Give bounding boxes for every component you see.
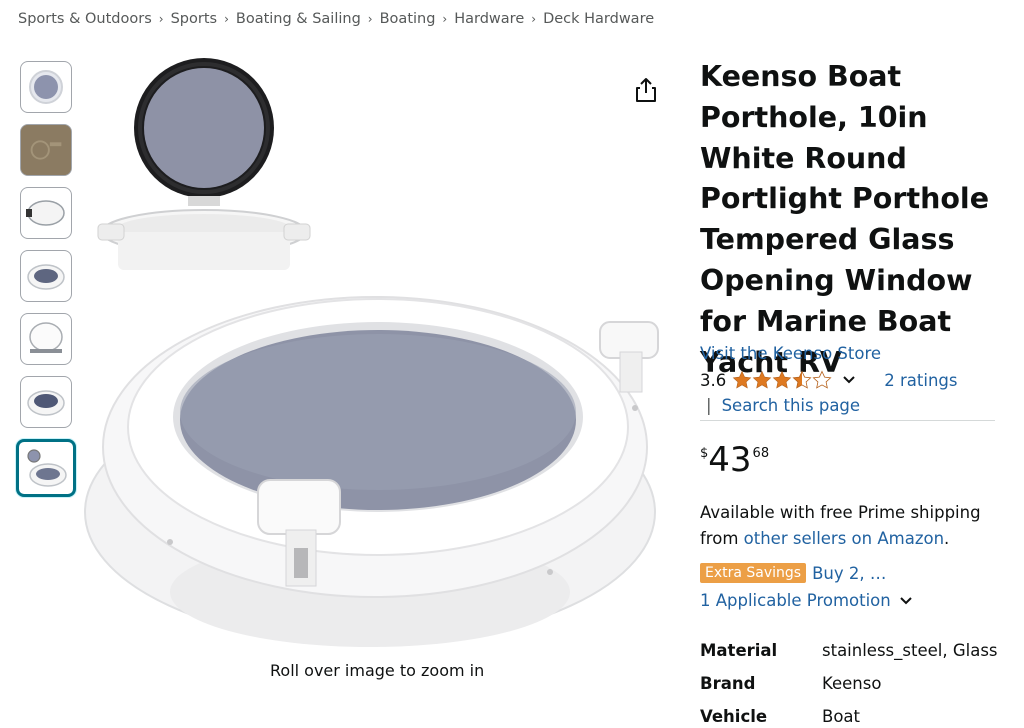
porthole-thumbnail-image (27, 264, 65, 290)
share-icon[interactable] (631, 75, 661, 105)
porthole-thumbnail-image (29, 70, 63, 104)
ratings-count-link[interactable]: 2 ratings (884, 371, 957, 390)
price: $ 43 68 (700, 440, 769, 480)
porthole-thumbnail-image (26, 200, 65, 226)
rating-value: 3.6 (700, 370, 727, 390)
breadcrumb-item[interactable]: Sports (171, 11, 217, 27)
spec-value: stainless_steel, Glass (822, 641, 998, 660)
spec-row: Material stainless_steel, Glass (700, 634, 998, 667)
spec-row: Vehicle Boat (700, 700, 998, 728)
extra-savings-badge: Extra Savings (700, 563, 807, 583)
breadcrumb-separator: › (158, 12, 164, 26)
spec-key: Vehicle (700, 707, 768, 726)
star-empty-icon (812, 370, 832, 389)
porthole-thumbnail-image (27, 390, 65, 416)
thumbnail[interactable] (20, 376, 72, 428)
applicable-promotion-label: 1 Applicable Promotion (700, 591, 891, 610)
separator: | (706, 396, 712, 415)
product-main-image[interactable] (80, 52, 680, 652)
breadcrumb-item[interactable]: Hardware (454, 11, 524, 27)
breadcrumb-separator: › (224, 12, 229, 26)
porthole-large-illustration (84, 296, 659, 647)
breadcrumb-item[interactable]: Sports & Outdoors (18, 11, 152, 27)
spec-row: Brand Keenso (700, 667, 998, 700)
star-icon (772, 370, 792, 389)
spec-value: Keenso (822, 674, 882, 693)
product-title: Keenso Boat Porthole, 10in White Round P… (700, 60, 990, 379)
thumbnail[interactable] (20, 250, 72, 302)
availability-text: Available with free Prime shipping from … (700, 500, 1000, 552)
divider (700, 420, 995, 421)
price-whole: 43 (708, 440, 752, 480)
store-link[interactable]: Visit the Keenso Store (700, 344, 881, 363)
zoom-hint: Roll over image to zoom in (270, 661, 485, 680)
star-icon (732, 370, 752, 389)
thumbnail[interactable] (20, 313, 72, 365)
price-fraction: 68 (752, 446, 770, 461)
breadcrumb-item[interactable]: Deck Hardware (543, 11, 654, 27)
promotion-row: Extra Savings Buy 2, … (700, 563, 886, 583)
spec-key: Material (700, 641, 778, 660)
thumbnail-selected[interactable] (16, 439, 76, 497)
other-sellers-link[interactable]: other sellers on Amazon (744, 529, 944, 548)
thumbnail[interactable] (20, 61, 72, 113)
porthole-open-illustration (97, 58, 311, 270)
breadcrumb-separator: › (531, 12, 537, 26)
porthole-thumbnail-image (27, 449, 67, 487)
thumbnail-strip (16, 61, 76, 508)
breadcrumb-separator: › (442, 12, 448, 26)
thumbnail[interactable] (20, 187, 72, 239)
star-half-icon (792, 370, 812, 389)
promotion-text[interactable]: Buy 2, … (812, 564, 886, 583)
photo-thumbnail-image (21, 125, 71, 175)
star-icon (752, 370, 772, 389)
product-specs: Material stainless_steel, Glass Brand Ke… (700, 634, 998, 728)
rating-row: 3.6 2 ratings (700, 370, 957, 390)
search-row: | Search this page (706, 396, 860, 415)
breadcrumb-item[interactable]: Boating & Sailing (236, 11, 361, 27)
chevron-down-icon (900, 596, 912, 604)
thumbnail[interactable] (20, 124, 72, 176)
breadcrumb-item[interactable]: Boating (380, 11, 436, 27)
porthole-thumbnail-image (29, 322, 63, 353)
spec-value: Boat (822, 707, 860, 726)
availability-suffix: . (944, 529, 950, 548)
applicable-promotion-toggle[interactable]: 1 Applicable Promotion (700, 591, 915, 610)
star-rating[interactable] (732, 370, 832, 390)
price-symbol: $ (700, 446, 709, 461)
breadcrumb-separator: › (367, 12, 373, 26)
breadcrumb: Sports & Outdoors › Sports › Boating & Saili… (18, 11, 654, 27)
spec-key: Brand (700, 674, 756, 693)
search-page-link[interactable]: Search this page (722, 396, 861, 415)
chevron-down-icon[interactable] (840, 371, 858, 389)
